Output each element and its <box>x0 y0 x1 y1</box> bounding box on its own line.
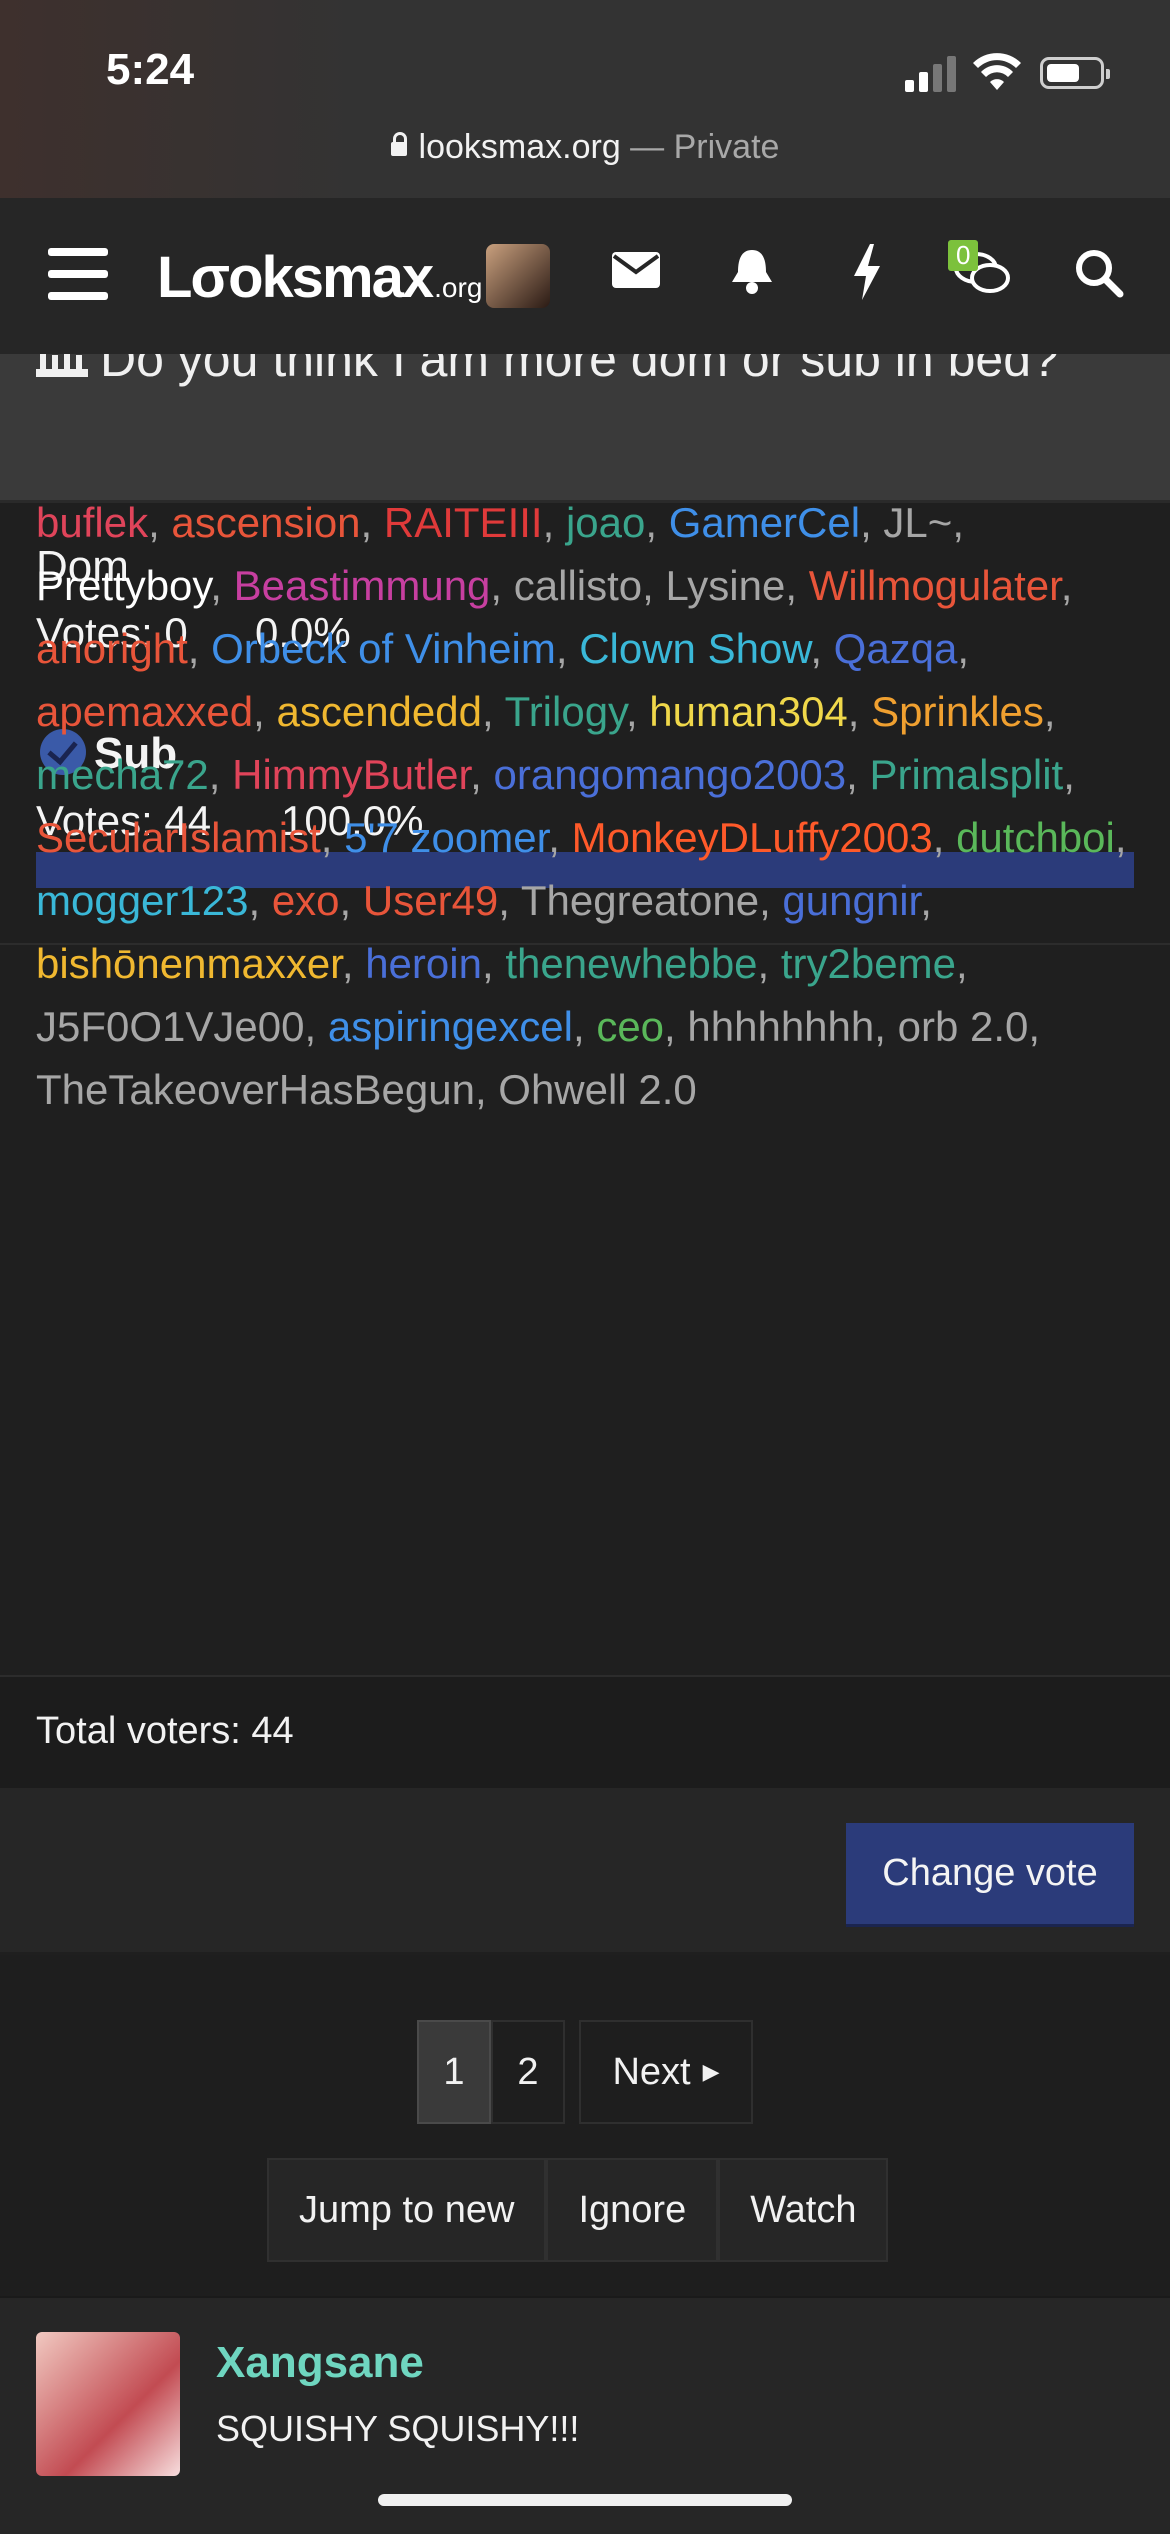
voter-link[interactable]: exo <box>272 877 340 924</box>
total-voters-row: Total voters: 44 <box>0 1675 1170 1791</box>
lock-icon <box>390 132 407 156</box>
ignore-button[interactable]: Ignore <box>546 2158 719 2262</box>
battery-icon <box>1040 57 1110 89</box>
caret-right-icon: ▶ <box>702 2059 720 2084</box>
bolt-icon[interactable] <box>850 244 884 300</box>
voter-link[interactable]: User49 <box>363 877 498 924</box>
voter-link[interactable]: anoright <box>36 625 188 672</box>
voter-link[interactable]: try2beme <box>781 940 956 987</box>
site-navbar: Lσoksmax.org 0 <box>0 198 1170 356</box>
address-bar[interactable]: looksmax.org — Private <box>0 128 1170 167</box>
voter-link[interactable]: callisto <box>514 562 642 609</box>
pagination: 1 2 Next ▶ <box>417 2020 753 2124</box>
wifi-icon <box>973 53 1021 90</box>
page-1-button[interactable]: 1 <box>417 2020 491 2124</box>
next-page-button[interactable]: Next ▶ <box>579 2020 753 2124</box>
menu-icon[interactable] <box>48 248 108 302</box>
voter-link[interactable]: gungnir <box>782 877 920 924</box>
voter-link[interactable]: aspiringexcel <box>328 1003 573 1050</box>
voter-link[interactable]: ascension <box>171 499 360 546</box>
status-time: 5:24 <box>106 45 195 94</box>
voter-link[interactable]: thenewhebbe <box>505 940 757 987</box>
voter-link[interactable]: ceo <box>596 1003 664 1050</box>
voter-link[interactable]: Ohwell 2.0 <box>498 1066 696 1113</box>
bell-icon[interactable] <box>730 246 774 296</box>
site-logo[interactable]: Lσoksmax.org <box>157 244 482 311</box>
voter-link[interactable]: human304 <box>649 688 848 735</box>
voter-link[interactable]: HimmyButler <box>232 751 470 798</box>
voter-link[interactable]: Qazqa <box>834 625 958 672</box>
voter-link[interactable]: Clown Show <box>579 625 810 672</box>
voter-link[interactable]: Lysine <box>666 562 786 609</box>
url-text: looksmax.org <box>418 128 621 166</box>
voter-link[interactable]: J5F0O1VJe00 <box>36 1003 305 1050</box>
watch-button[interactable]: Watch <box>718 2158 889 2262</box>
page-2-button[interactable]: 2 <box>491 2020 565 2124</box>
search-icon[interactable] <box>1074 248 1124 298</box>
private-label: — Private <box>620 128 780 166</box>
thread-title-block: Do you think I am more dom or sub in bed… <box>0 354 1170 503</box>
voter-link[interactable]: 5'7 zoomer <box>344 814 548 861</box>
thread-title: Do you think I am more dom or sub in bed… <box>36 354 1136 392</box>
voter-link[interactable]: Thegreatone <box>521 877 759 924</box>
voter-link[interactable]: ascendedd <box>276 688 482 735</box>
voter-link[interactable]: Beastimmung <box>234 562 491 609</box>
voter-link[interactable]: MonkeyDLuffy2003 <box>572 814 933 861</box>
user-avatar[interactable] <box>486 244 550 308</box>
voter-link[interactable]: apemaxxed <box>36 688 253 735</box>
jump-to-new-button[interactable]: Jump to new <box>267 2158 547 2262</box>
poll-icon <box>36 354 88 377</box>
next-label: Next <box>612 2050 691 2093</box>
change-vote-button[interactable]: Change vote <box>846 1823 1134 1927</box>
voter-link[interactable]: Orbeck of Vinheim <box>211 625 556 672</box>
voter-link[interactable]: hhhhhhhh <box>687 1003 874 1050</box>
voter-link[interactable]: SecularIslamist <box>36 814 321 861</box>
total-voters: Total voters: 44 <box>36 1710 294 1752</box>
voter-link[interactable]: dutchboi <box>956 814 1115 861</box>
voter-link[interactable]: Prettyboy <box>36 562 210 609</box>
chat-badge: 0 <box>948 240 979 271</box>
voter-link[interactable]: GamerCel <box>669 499 860 546</box>
mail-icon[interactable] <box>612 250 660 290</box>
voter-link[interactable]: heroin <box>365 940 482 987</box>
voter-link[interactable]: Sprinkles <box>871 688 1044 735</box>
voter-link[interactable]: mecha72 <box>36 751 209 798</box>
voter-link[interactable]: RAITEIII <box>384 499 543 546</box>
voter-link[interactable]: buflek <box>36 499 148 546</box>
cellular-signal-icon <box>905 56 957 92</box>
voter-link[interactable]: bishōnenmaxxer <box>36 940 342 987</box>
voter-list: buflek, ascension, RAITEIII, joao, Gamer… <box>36 499 1127 1113</box>
post-username[interactable]: Xangsane <box>216 2338 424 2388</box>
voter-link[interactable]: Trilogy <box>505 688 626 735</box>
voter-link[interactable]: orb 2.0 <box>898 1003 1029 1050</box>
thread-actions: Jump to new Ignore Watch <box>267 2158 889 2262</box>
status-bar: 5:24 looksmax.org — Private <box>0 0 1170 198</box>
poll-actions: Change vote <box>0 1788 1170 1952</box>
voter-link[interactable]: Willmogulater <box>809 562 1061 609</box>
voter-link[interactable]: TheTakeoverHasBegun <box>36 1066 475 1113</box>
post-text: SQUISHY SQUISHY!!! <box>216 2408 580 2449</box>
voter-link[interactable]: orangomango2003 <box>494 751 847 798</box>
voter-link[interactable]: Primalsplit <box>870 751 1064 798</box>
voter-link[interactable]: joao <box>566 499 645 546</box>
voter-link[interactable]: mogger123 <box>36 877 248 924</box>
post-avatar[interactable] <box>36 2332 180 2476</box>
voter-link[interactable]: JL~ <box>883 499 952 546</box>
home-indicator <box>378 2494 792 2506</box>
